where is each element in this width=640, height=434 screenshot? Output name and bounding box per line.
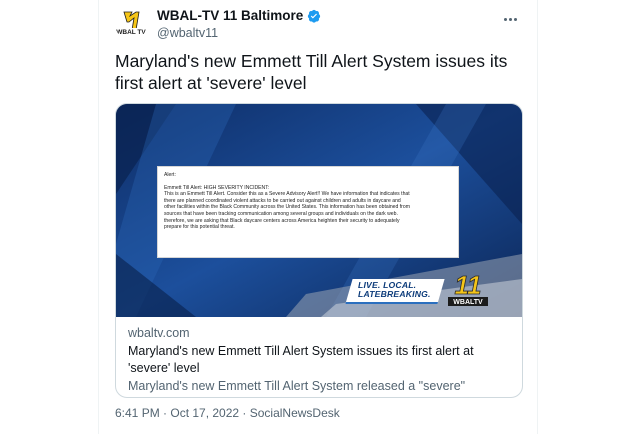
- tweet-header: WBAL TV WBAL-TV 11 Baltimore @wbaltv11: [115, 6, 525, 46]
- alert-line: other facilities within the Black Commun…: [164, 204, 410, 211]
- verified-badge-icon: [308, 9, 321, 23]
- alert-line: sources that have been tracking communic…: [164, 210, 398, 217]
- avatar[interactable]: WBAL TV: [115, 8, 147, 40]
- alert-line: prepare for this potential threat.: [164, 224, 235, 231]
- svg-text:11: 11: [455, 270, 482, 300]
- alert-line: there are planned coordinated violent at…: [164, 197, 401, 204]
- banner-line-2: LATEBREAKING.: [358, 289, 431, 299]
- display-name[interactable]: WBAL-TV 11 Baltimore: [157, 8, 303, 23]
- alert-line: Alert:: [164, 172, 176, 178]
- svg-text:WBALTV: WBALTV: [453, 299, 483, 306]
- card-description: Maryland's new Emmett Till Alert System …: [128, 379, 475, 397]
- name-row: WBAL-TV 11 Baltimore: [157, 8, 321, 23]
- tweet-text: Maryland's new Emmett Till Alert System …: [115, 51, 508, 93]
- alert-text-box: Alert: Emmett Till Alert: HIGH SEVERITY …: [157, 166, 459, 258]
- alert-line: therefore, we are asking that Black dayc…: [164, 217, 400, 224]
- station-logo-icon: 11 WBALTV: [448, 270, 488, 306]
- wbal-logo-icon: WBAL TV: [115, 8, 147, 40]
- svg-text:WBAL TV: WBAL TV: [116, 29, 146, 36]
- handle[interactable]: @wbaltv11: [157, 26, 218, 40]
- alert-line: Emmett Till Alert: HIGH SEVERITY INCIDEN…: [164, 184, 270, 191]
- card-image: Alert: Emmett Till Alert: HIGH SEVERITY …: [116, 104, 522, 317]
- card-title: Maryland's new Emmett Till Alert System …: [128, 344, 474, 375]
- more-options-icon[interactable]: [503, 8, 523, 22]
- lower-third-text: LIVE. LOCAL. LATEBREAKING.: [358, 281, 431, 299]
- card-info[interactable]: wbaltv.com Maryland's new Emmett Till Al…: [116, 317, 522, 397]
- tweet-timestamp[interactable]: 6:41 PM · Oct 17, 2022 · SocialNewsDesk: [115, 406, 340, 420]
- link-card[interactable]: Alert: Emmett Till Alert: HIGH SEVERITY …: [115, 103, 523, 398]
- card-domain: wbaltv.com: [128, 326, 190, 340]
- tweet-container: WBAL TV WBAL-TV 11 Baltimore @wbaltv11 M…: [98, 0, 538, 434]
- alert-line: This is an Emmett Till Alert. Consider t…: [164, 191, 410, 198]
